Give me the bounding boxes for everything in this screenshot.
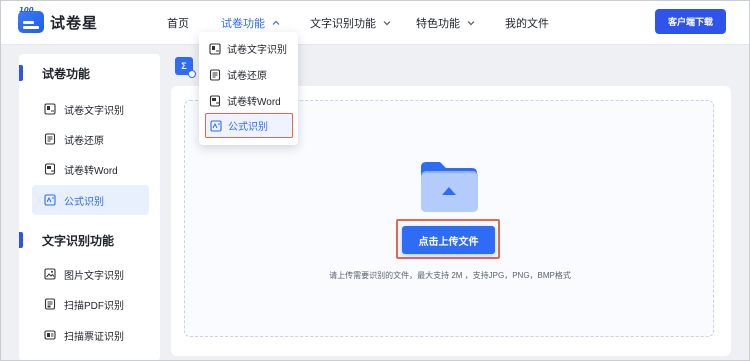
sidebar: 试卷功能 试卷文字识别 试卷还原 试卷转Word 公式识别 文字识别功能 图片文…: [19, 54, 160, 361]
brand-name: 试卷星: [50, 14, 99, 32]
upload-hint-text: 请上传需要识别的文件，最大支持 2M ，支持JPG，PNG，BMP格式: [329, 271, 571, 280]
nav-item-my-files[interactable]: 我的文件: [505, 15, 549, 31]
folder-upload-icon: [421, 162, 478, 212]
chevron-down-icon: [383, 21, 391, 26]
image-text-icon: [44, 103, 56, 115]
sidebar-item-scan-pdf-recognition[interactable]: 扫描PDF识别: [32, 289, 149, 319]
logo-badge: 100: [19, 6, 34, 14]
formula-title-icon: Σ: [175, 57, 196, 78]
nav-label: 首页: [167, 18, 189, 30]
sidebar-item-label: 扫描PDF识别: [64, 300, 124, 312]
image-icon: [44, 268, 56, 280]
chevron-up-icon: [272, 20, 280, 25]
nav-item-exam-features[interactable]: 试卷功能: [221, 15, 281, 31]
pdf-scan-icon: [44, 298, 56, 310]
formula-icon: [210, 119, 222, 132]
nav-label: 试卷功能: [221, 18, 265, 30]
sidebar-item-label: 扫描票证识别: [64, 331, 124, 343]
sidebar-item-image-text-recognition[interactable]: 图片文字识别: [32, 259, 149, 289]
exam-features-dropdown: 试卷文字识别 试卷还原 试卷转Word 公式识别: [199, 32, 298, 145]
image-text-icon: [209, 42, 221, 55]
sidebar-item-label: 图片文字识别: [64, 270, 124, 282]
sidebar-item-scan-ticket-recognition[interactable]: 扫描票证识别: [32, 320, 149, 350]
ticket-scan-icon: [44, 330, 56, 340]
nav-label: 特色功能: [416, 18, 460, 30]
nav-item-home[interactable]: 首页: [167, 15, 189, 31]
dropdown-item-exam-to-word[interactable]: 试卷转Word: [205, 88, 293, 113]
dropdown-item-label: 试卷转Word: [227, 97, 281, 108]
dropdown-item-formula-recognition[interactable]: 公式识别: [205, 113, 293, 138]
chevron-down-icon: [467, 21, 475, 26]
sidebar-item-exam-text-recognition[interactable]: 试卷文字识别: [32, 94, 149, 124]
dropdown-item-label: 公式识别: [228, 122, 268, 133]
formula-symbol: Σ: [181, 61, 187, 71]
sidebar-item-formula-recognition[interactable]: 公式识别: [32, 185, 149, 215]
top-header: 100 试卷星 首页 试卷功能 文字识别功能 特色功能 我的文件 客户端下载: [0, 0, 750, 45]
word-convert-icon: [44, 163, 56, 175]
nav-label: 我的文件: [505, 18, 549, 30]
brand-logo[interactable]: 100 试卷星: [18, 6, 99, 34]
sidebar-group-title: 试卷功能: [19, 63, 160, 83]
client-download-button[interactable]: 客户端下载: [655, 9, 726, 34]
sidebar-item-label: 试卷还原: [64, 135, 104, 147]
sidebar-item-label: 试卷转Word: [64, 165, 118, 177]
sidebar-item-exam-to-word[interactable]: 试卷转Word: [32, 154, 149, 184]
sidebar-item-label: 公式识别: [64, 196, 104, 208]
sidebar-item-label: 试卷文字识别: [64, 105, 124, 117]
dropdown-item-label: 试卷还原: [227, 71, 267, 82]
nav-item-special-features[interactable]: 特色功能: [416, 15, 476, 31]
upload-file-button[interactable]: 点击上传文件: [402, 226, 495, 254]
document-restore-icon: [209, 68, 221, 81]
sidebar-item-exam-restore[interactable]: 试卷还原: [32, 124, 149, 154]
nav-label: 文字识别功能: [310, 18, 376, 30]
logo-icon: 100: [18, 6, 44, 33]
formula-icon: [44, 194, 56, 206]
dropdown-item-label: 试卷文字识别: [227, 45, 287, 56]
nav-item-text-recognition[interactable]: 文字识别功能: [310, 15, 392, 31]
document-restore-icon: [44, 133, 56, 145]
dropdown-item-exam-restore[interactable]: 试卷还原: [205, 62, 293, 87]
sidebar-group-title: 文字识别功能: [19, 230, 160, 250]
word-convert-icon: [209, 94, 221, 107]
dropdown-item-exam-text-recognition[interactable]: 试卷文字识别: [205, 36, 293, 61]
